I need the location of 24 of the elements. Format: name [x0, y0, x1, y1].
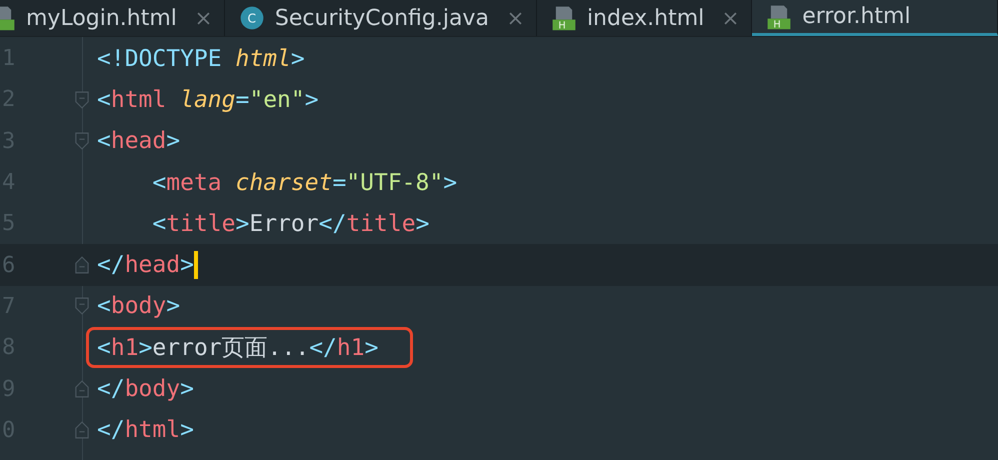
- class-file-icon: C: [238, 5, 265, 31]
- code-line: </html>: [97, 417, 194, 444]
- code-line: <html lang="en">: [97, 86, 319, 113]
- editor-tab[interactable]: C SecurityConfig.java: [224, 0, 537, 36]
- code-line: <h1>error页面...</h1>: [97, 335, 378, 362]
- close-icon[interactable]: [196, 12, 210, 24]
- code-line: <body>: [97, 293, 180, 320]
- code-line: <!DOCTYPE html>: [97, 46, 305, 72]
- close-icon[interactable]: [724, 12, 738, 24]
- editor-tab[interactable]: myLogin.html: [0, 0, 225, 36]
- fold-marker-icon[interactable]: [75, 90, 89, 109]
- fold-marker-icon[interactable]: [75, 297, 89, 316]
- fold-marker-icon[interactable]: [75, 256, 89, 274]
- code-line: </body>: [97, 376, 194, 402]
- code-line: <title>Error</title>: [151, 210, 430, 237]
- close-icon[interactable]: [508, 12, 522, 24]
- code-line: </head>: [97, 252, 194, 278]
- fold-marker-icon[interactable]: [75, 421, 89, 440]
- editor-tab[interactable]: H index.html: [536, 0, 752, 36]
- code-line: <head>: [97, 128, 180, 154]
- editor-tab[interactable]: H error.html: [752, 0, 998, 36]
- fold-marker-icon[interactable]: [75, 380, 89, 398]
- code-line: <meta charset="UTF-8">: [151, 170, 458, 196]
- fold-marker-icon[interactable]: [75, 132, 89, 150]
